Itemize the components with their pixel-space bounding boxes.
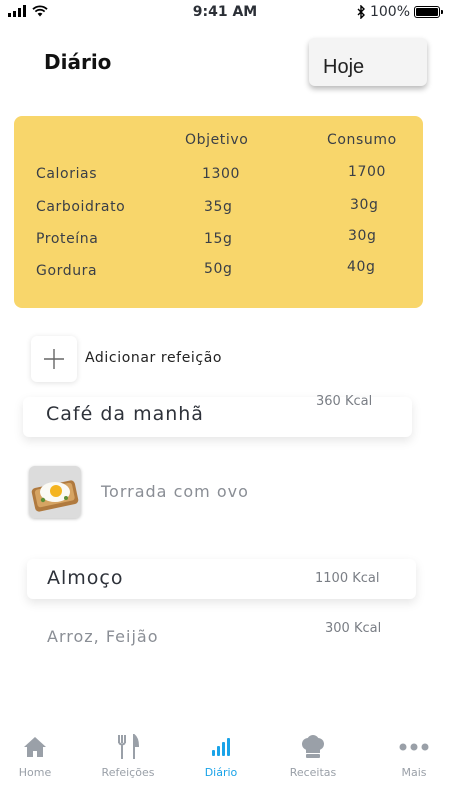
tab-label: Mais — [401, 766, 427, 779]
page-title: Diário — [44, 50, 112, 74]
chef-hat-icon — [302, 735, 324, 758]
meal-kcal: 1100 Kcal — [315, 571, 380, 586]
plus-icon — [44, 349, 64, 369]
tab-home[interactable]: Home — [0, 726, 80, 786]
meal-name: Almoço — [47, 567, 124, 589]
more-icon — [399, 743, 429, 751]
date-selector-button[interactable]: Hoje — [309, 38, 427, 86]
consumed-column-header: Consumo — [327, 132, 397, 148]
bar-chart-icon — [212, 738, 230, 756]
nutrient-consumed: 30g — [350, 197, 379, 213]
home-icon — [24, 737, 46, 757]
nutrient-label: Gordura — [36, 263, 98, 279]
tab-label: Diário — [204, 766, 238, 779]
food-item-name[interactable]: Torrada com ovo — [101, 482, 249, 501]
tab-meals[interactable]: Refeições — [83, 726, 173, 786]
battery-icon — [414, 6, 443, 18]
nutrient-consumed: 40g — [347, 259, 376, 275]
status-bar: 9:41 AM 100% — [0, 0, 450, 26]
tab-label: Refeições — [101, 766, 155, 779]
goal-column-header: Objetivo — [185, 132, 249, 148]
food-item-kcal: 300 Kcal — [325, 621, 382, 636]
nutrient-consumed: 1700 — [348, 164, 387, 180]
battery-percent: 100% — [369, 4, 410, 20]
tab-diary[interactable]: Diário — [176, 726, 266, 786]
utensils-icon — [118, 734, 140, 759]
bottom-tab-bar: Home Refeições Diário Receitas Mais — [0, 726, 450, 800]
food-item-name[interactable]: Arroz, Feijão — [47, 627, 158, 646]
nutrient-label: Carboidrato — [36, 199, 126, 215]
add-meal-label[interactable]: Adicionar refeição — [85, 350, 222, 366]
add-meal-button[interactable] — [31, 336, 77, 382]
meal-kcal: 360 Kcal — [316, 394, 373, 409]
nutrient-goal: 15g — [204, 231, 233, 247]
tab-recipes[interactable]: Receitas — [268, 726, 358, 786]
tab-more[interactable]: Mais — [369, 726, 450, 786]
bluetooth-icon — [357, 5, 365, 19]
nutrient-consumed: 30g — [348, 228, 377, 244]
tab-label: Home — [18, 766, 52, 779]
toast-egg-image — [29, 466, 81, 518]
nutrient-label: Proteína — [36, 231, 99, 247]
meal-name: Café da manhã — [46, 403, 204, 425]
nutrition-summary-card: Objetivo Consumo Calorias 1300 1700 Carb… — [14, 116, 423, 308]
nutrient-goal: 35g — [204, 199, 233, 215]
nutrient-goal: 50g — [204, 261, 233, 277]
tab-label: Receitas — [289, 766, 337, 779]
nutrient-goal: 1300 — [202, 166, 241, 182]
status-right-group: 100% — [357, 4, 443, 20]
food-thumbnail — [29, 466, 81, 518]
nutrient-label: Calorias — [36, 166, 98, 182]
